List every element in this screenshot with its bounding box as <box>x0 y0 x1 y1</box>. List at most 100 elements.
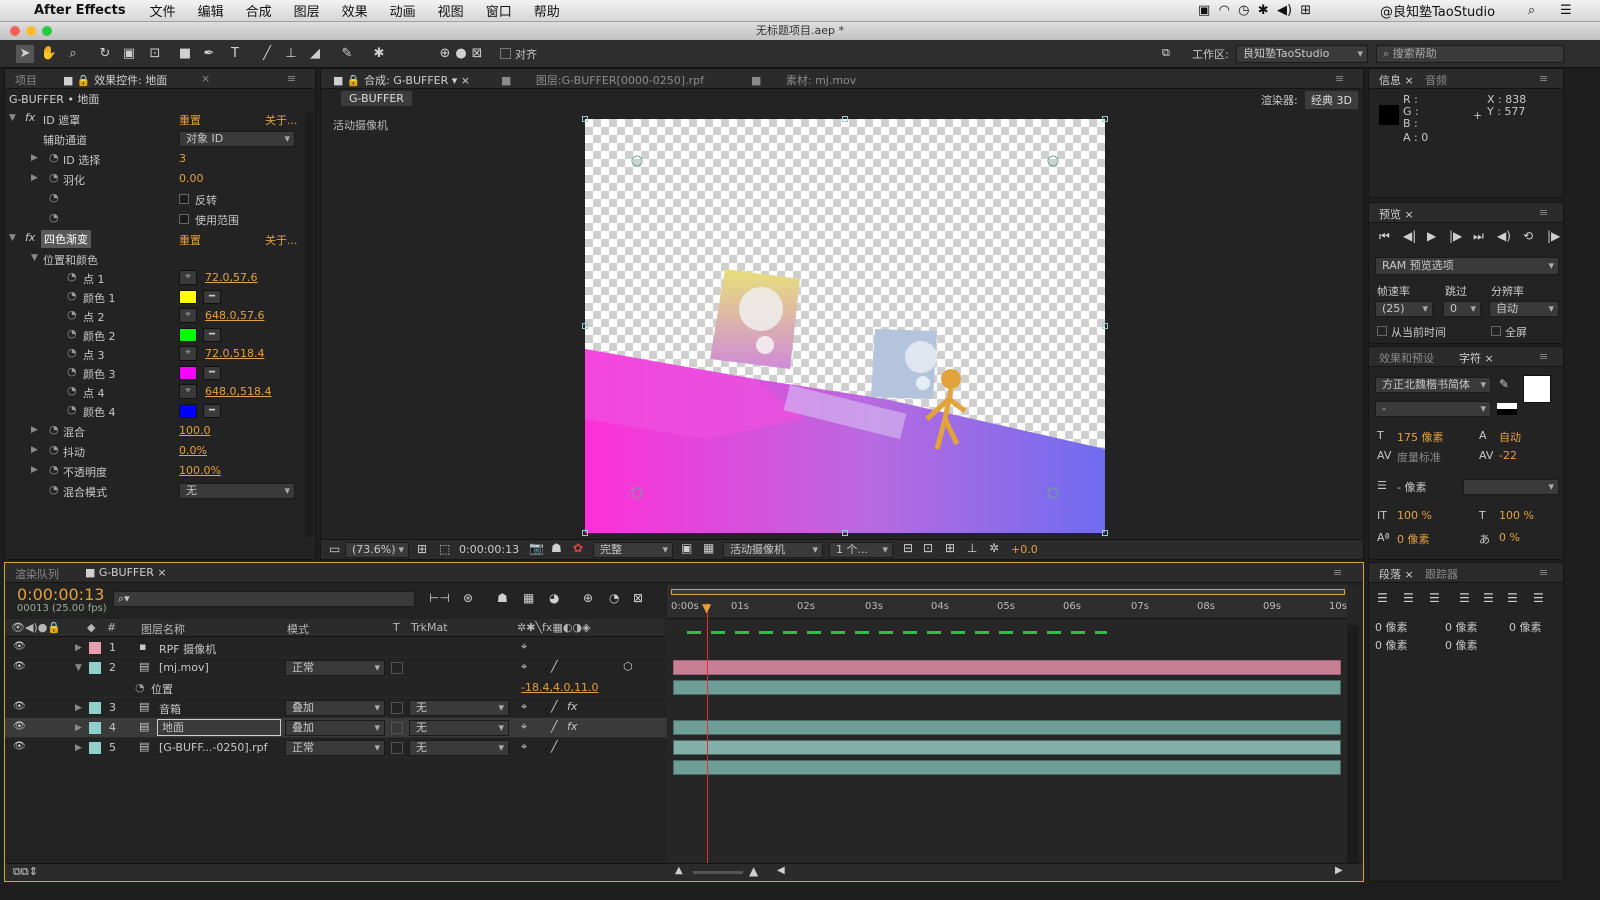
roto-brush-tool-icon[interactable]: ✎ <box>338 45 356 63</box>
tab-effect-controls[interactable]: ■ 🔒 效果控件: 地面 <box>63 72 167 88</box>
panel-menu-icon[interactable]: ≡ <box>1539 206 1548 219</box>
stopwatch-icon[interactable]: ◔ <box>49 463 59 476</box>
expand-arrow-icon[interactable]: ▶ <box>31 445 38 455</box>
tab-effects-presets[interactable]: 效果和预设 <box>1379 350 1434 366</box>
menu-view[interactable]: 视图 <box>438 1 464 20</box>
preserve-transparency-checkbox[interactable] <box>391 662 403 674</box>
position-value[interactable]: -18.4,4.0,11.0 <box>521 681 598 694</box>
expand-arrow-icon[interactable]: ▶ <box>75 703 82 713</box>
trkmat-select[interactable]: 无 <box>409 700 509 716</box>
layer-mode-select[interactable]: 正常 <box>285 660 385 676</box>
quality-icon[interactable]: ╱ <box>551 660 558 673</box>
stopwatch-icon[interactable]: ◔ <box>67 384 77 397</box>
type-tool-icon[interactable]: T <box>226 45 244 63</box>
layer-name-input[interactable]: 地面 <box>157 719 281 736</box>
layer-mode-select[interactable]: 正常 <box>285 740 385 756</box>
draft-3d-icon[interactable]: ⊛ <box>463 591 473 605</box>
stopwatch-icon[interactable]: ◔ <box>49 423 59 436</box>
layer-label-color[interactable] <box>89 662 101 674</box>
panel-menu-icon[interactable]: ≡ <box>1539 72 1548 85</box>
comp-breadcrumb[interactable]: G-BUFFER <box>341 91 412 106</box>
four-color-about[interactable]: 关于... <box>265 232 298 248</box>
clone-stamp-tool-icon[interactable]: ⊥ <box>282 45 300 63</box>
always-preview-icon[interactable]: ▭ <box>329 542 340 556</box>
trkmat-select[interactable]: 无 <box>409 720 509 736</box>
layer-bar-5[interactable] <box>673 760 1341 775</box>
loop-icon[interactable]: ⟲ <box>1523 229 1533 243</box>
eye-icon[interactable]: 👁 <box>13 661 26 672</box>
stopwatch-icon[interactable]: ◔ <box>67 270 77 283</box>
stopwatch-icon[interactable]: ◔ <box>49 211 59 224</box>
screen-record-icon[interactable]: ▣ <box>1198 3 1210 18</box>
minimize-workspace-icon[interactable]: ⧉ <box>1162 46 1170 60</box>
bounding-handle[interactable] <box>842 530 848 536</box>
transparency-grid-icon[interactable]: ▦ <box>703 541 714 555</box>
stopwatch-icon[interactable]: ◔ <box>49 483 59 496</box>
show-snapshot-icon[interactable]: ☗ <box>551 541 562 555</box>
bounding-handle[interactable] <box>1102 116 1108 122</box>
preserve-transparency-checkbox[interactable] <box>391 702 403 714</box>
view-axis-icon[interactable]: ⊠ <box>468 45 486 63</box>
timeline-graph-area[interactable]: 0:00s 01s 02s 03s 04s 05s 06s 07s 08s 09… <box>667 585 1361 877</box>
pen-tool-icon[interactable]: ✒ <box>200 45 218 63</box>
shy-icon[interactable]: ⌖ <box>521 740 527 754</box>
selection-tool-icon[interactable]: ➤ <box>16 45 34 63</box>
notification-icon[interactable]: ☰ <box>1560 3 1572 18</box>
next-frame-icon[interactable]: |▶ <box>1449 229 1462 243</box>
hand-tool-icon[interactable]: ✋ <box>40 45 58 63</box>
exposure-value[interactable]: +0.0 <box>1011 543 1038 556</box>
eye-icon[interactable]: 👁 <box>13 741 26 752</box>
tab-paragraph[interactable]: 段落 × <box>1379 566 1414 582</box>
brush-tool-icon[interactable]: ╱ <box>258 45 276 63</box>
label-icon[interactable]: ◆ <box>87 621 95 634</box>
layer-mode-select[interactable]: 叠加 <box>285 720 385 736</box>
panel-menu-icon[interactable]: ≡ <box>287 72 296 85</box>
view-layout-select[interactable]: 1 个... <box>829 542 893 558</box>
expand-arrow-icon[interactable]: ▶ <box>31 153 38 163</box>
menu-composition[interactable]: 合成 <box>246 1 272 20</box>
stopwatch-icon[interactable]: ◔ <box>67 289 77 302</box>
color1-swatch[interactable] <box>179 290 197 304</box>
3d-layer-icon[interactable]: ⬡ <box>623 660 633 673</box>
stopwatch-icon[interactable]: ◔ <box>49 171 59 184</box>
menu-help[interactable]: 帮助 <box>534 1 560 20</box>
first-frame-icon[interactable]: ⏮ <box>1379 229 1390 244</box>
layer-bar-4[interactable] <box>673 740 1341 755</box>
point2-value[interactable]: 648.0,57.6 <box>205 309 264 322</box>
effect-panel-scrollbar[interactable] <box>305 113 313 537</box>
zoom-slider[interactable] <box>693 871 743 874</box>
tab-info[interactable]: 信息 × <box>1379 72 1414 88</box>
menu-file[interactable]: 文件 <box>150 1 176 20</box>
expand-arrow-icon[interactable]: ▶ <box>75 643 82 653</box>
puppet-pin-tool-icon[interactable]: ✱ <box>370 45 388 63</box>
spotlight-icon[interactable]: ⌕ <box>1528 3 1535 18</box>
comp-viewer[interactable] <box>585 119 1105 533</box>
menu-animation[interactable]: 动画 <box>390 1 416 20</box>
layer-row-5[interactable]: 👁 ▶ 5 ▤ [G-BUFF...-0250].rpf 正常 无 ⌖ ╱ <box>5 738 671 758</box>
from-current-checkbox[interactable] <box>1377 326 1387 336</box>
eyedropper-icon[interactable]: ━ <box>203 404 221 418</box>
indent-first-value[interactable]: 0 像素 <box>1509 619 1542 635</box>
layer-name[interactable]: 音箱 <box>159 701 181 717</box>
justify-all-icon[interactable]: ☰ <box>1533 591 1544 605</box>
expand-arrow-icon[interactable]: ▼ <box>9 233 16 243</box>
current-time-indicator[interactable] <box>707 603 708 877</box>
magnification-select[interactable]: (73.6%) <box>345 542 409 558</box>
user-name[interactable]: @良知塾TaoStudio <box>1380 1 1495 20</box>
scroll-left-icon[interactable]: ◀ <box>777 865 785 876</box>
layer-bar-3[interactable] <box>673 720 1341 735</box>
resolution-select[interactable]: 完整 <box>593 542 673 558</box>
space-before-value[interactable]: 0 像素 <box>1375 637 1408 653</box>
auto-keyframe-icon[interactable]: ◔ <box>609 591 619 605</box>
four-color-label[interactable]: 四色渐变 <box>41 230 91 248</box>
shy-icon[interactable]: ⌖ <box>521 700 527 714</box>
tab-audio[interactable]: 音频 <box>1425 72 1447 88</box>
blend-value[interactable]: 100.0 <box>179 424 211 437</box>
space-after-value[interactable]: 0 像素 <box>1445 637 1478 653</box>
input-method-icon[interactable]: ⊞ <box>1300 3 1311 18</box>
indent-right-value[interactable]: 0 像素 <box>1445 619 1478 635</box>
workspace-select[interactable]: 良知塾TaoStudio <box>1236 45 1368 63</box>
panel-menu-icon[interactable]: ≡ <box>1539 566 1548 579</box>
point4-value[interactable]: 648.0,518.4 <box>205 385 271 398</box>
audio-icon[interactable]: ◀) <box>1497 229 1511 243</box>
